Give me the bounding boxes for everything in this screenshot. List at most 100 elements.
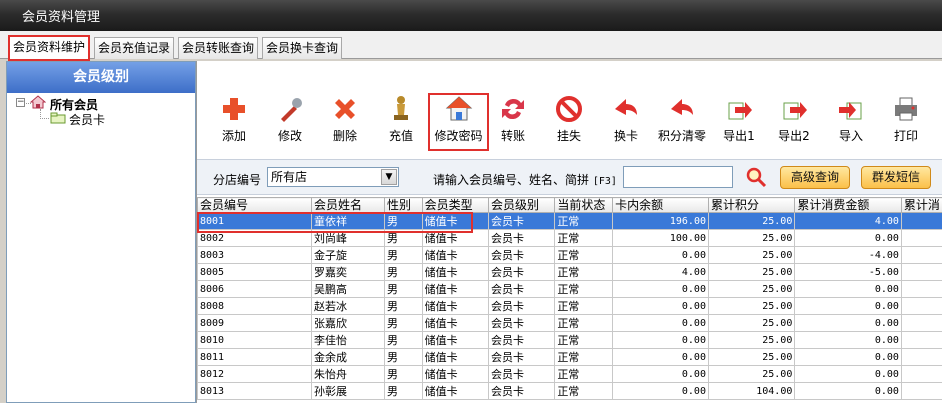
table-cell: 104.00: [707, 382, 796, 400]
table-cell: 25.00: [707, 331, 796, 349]
report-loss-button[interactable]: 挂失: [552, 95, 586, 149]
table-row[interactable]: 8003 金子旋男储值卡 会员卡 正常 0.00 25.00 -4.00: [196, 246, 942, 264]
table-row[interactable]: 8009 张嘉欣男储值卡 会员卡 正常 0.00 25.00 0.00: [196, 314, 942, 332]
col-header-status[interactable]: 当前状态: [554, 197, 614, 213]
table-row[interactable]: 8010 李佳怡男储值卡 会员卡 正常 0.00 25.00 0.00: [196, 331, 942, 349]
export1-button[interactable]: 导出1: [722, 95, 756, 149]
table-cell: 男: [384, 246, 423, 264]
search-icon[interactable]: [745, 166, 767, 188]
table-cell: 赵若冰: [311, 297, 386, 315]
table-row[interactable]: 8006 吴鹏高男储值卡 会员卡 正常 0.00 25.00 0.00: [196, 280, 942, 298]
table-cell: 储值卡: [421, 331, 489, 349]
table-cell: [900, 280, 942, 298]
tab-member-maintenance[interactable]: 会员资料维护: [7, 35, 91, 61]
table-cell: 储值卡: [421, 246, 489, 264]
tree-collapse-icon[interactable]: −: [16, 98, 25, 107]
store-select[interactable]: 所有店 ▼: [267, 167, 399, 187]
table-cell: 100.00: [612, 229, 709, 247]
col-header-total-spend[interactable]: 累计消费金额: [794, 197, 902, 213]
table-cell: 罗嘉奕: [311, 263, 386, 281]
table-row[interactable]: 8013 孙彰展男储值卡 会员卡 正常 0.00 104.00 0.00: [196, 382, 942, 400]
print-button[interactable]: 打印: [889, 95, 923, 149]
import-button[interactable]: 导入: [834, 95, 868, 149]
table-cell: 童依祥: [311, 212, 386, 230]
table-row[interactable]: 8012 朱怡舟男储值卡 会员卡 正常 0.00 25.00 0.00: [196, 365, 942, 383]
table-cell: 正常: [554, 382, 614, 400]
clear-points-button[interactable]: 积分清零: [657, 95, 707, 149]
group-sms-button[interactable]: 群发短信: [861, 166, 932, 189]
change-card-button[interactable]: 换卡: [609, 95, 643, 149]
table-cell: 25.00: [707, 280, 796, 298]
advanced-query-button[interactable]: 高级查询: [780, 166, 851, 189]
table-cell: 正常: [554, 297, 614, 315]
table-cell: 会员卡: [487, 365, 556, 383]
col-header-member-name[interactable]: 会员姓名: [311, 197, 386, 213]
table-cell: [900, 331, 942, 349]
transfer-button[interactable]: 转账: [496, 95, 530, 149]
chevron-down-icon[interactable]: ▼: [381, 169, 397, 185]
table-row[interactable]: 8002 刘尚峰男储值卡 会员卡 正常 100.00 25.00 0.00: [196, 229, 942, 247]
col-header-balance[interactable]: 卡内余额: [612, 197, 709, 213]
recharge-button[interactable]: 充值: [384, 95, 418, 149]
window-titlebar: 会员资料管理: [0, 0, 942, 31]
table-cell: 正常: [554, 280, 614, 298]
col-header-member-id[interactable]: 会员编号: [196, 197, 313, 213]
add-button[interactable]: 添加: [217, 95, 251, 149]
edit-icon: [281, 98, 302, 122]
toolbar: 添加 修改 删除 充值 修改密码 转账 挂失 换卡 积分清零 导出1 导出2 导…: [197, 91, 942, 151]
table-cell: 0.00: [794, 314, 902, 332]
password-icon: [445, 96, 472, 121]
table-cell: 男: [384, 365, 423, 383]
table-cell: 正常: [554, 331, 614, 349]
main-panel: 添加 修改 删除 充值 修改密码 转账 挂失 换卡 积分清零 导出1 导出2 导…: [196, 61, 942, 403]
table-cell: 会员卡: [487, 246, 556, 264]
table-row[interactable]: 8001 童依祥男储值卡 会员卡 正常 196.00 25.00 4.00: [196, 212, 942, 230]
table-cell: 储值卡: [421, 263, 489, 281]
grid-header-row: 会员编号 会员姓名 性别 会员类型 会员级别 当前状态 卡内余额 累计积分 累计…: [196, 197, 942, 213]
table-cell: [900, 297, 942, 315]
table-cell: 196.00: [612, 212, 709, 230]
tab-recharge-records[interactable]: 会员充值记录: [94, 37, 175, 59]
change-card-icon: [615, 99, 637, 115]
tab-transfer-query[interactable]: 会员转账查询: [178, 37, 259, 59]
table-row[interactable]: 8005 罗嘉奕男储值卡 会员卡 正常 4.00 25.00 -5.00: [196, 263, 942, 281]
col-header-member-type[interactable]: 会员类型: [421, 197, 489, 213]
table-cell: 0.00: [794, 348, 902, 366]
table-cell: 男: [384, 297, 423, 315]
report-loss-icon: [556, 96, 582, 122]
search-input[interactable]: [623, 166, 733, 188]
table-cell: 8008: [196, 297, 313, 315]
filter-bar: 分店编号 所有店 ▼ 请输入会员编号、姓名、简拼 [F3] 高级查询 群发短信: [197, 159, 942, 195]
edit-button[interactable]: 修改: [273, 95, 307, 149]
transfer-icon: [502, 98, 524, 120]
table-row[interactable]: 8011 金余成男储值卡 会员卡 正常 0.00 25.00 0.00: [196, 348, 942, 366]
table-cell: 男: [384, 229, 423, 247]
table-cell: 正常: [554, 246, 614, 264]
import-icon: [839, 102, 862, 120]
tab-card-change-query[interactable]: 会员换卡查询: [262, 37, 343, 59]
export2-button[interactable]: 导出2: [777, 95, 811, 149]
col-header-gender[interactable]: 性别: [384, 197, 423, 213]
table-cell: 0.00: [612, 365, 709, 383]
recharge-icon: [394, 96, 408, 120]
table-cell: [900, 365, 942, 383]
col-header-more[interactable]: 累计消: [900, 197, 942, 213]
table-cell: 0.00: [612, 382, 709, 400]
table-cell: [900, 212, 942, 230]
table-cell: 0.00: [612, 348, 709, 366]
delete-button[interactable]: 删除: [328, 95, 362, 149]
table-cell: 正常: [554, 348, 614, 366]
print-icon: [895, 97, 917, 121]
table-row[interactable]: 8008 赵若冰男储值卡 会员卡 正常 0.00 25.00 0.00: [196, 297, 942, 315]
table-cell: 0.00: [794, 365, 902, 383]
table-cell: -5.00: [794, 263, 902, 281]
table-cell: 男: [384, 212, 423, 230]
col-header-member-level[interactable]: 会员级别: [487, 197, 556, 213]
table-cell: 8010: [196, 331, 313, 349]
change-password-button[interactable]: 修改密码: [428, 93, 489, 151]
member-group-icon: [30, 95, 46, 109]
table-cell: 0.00: [612, 331, 709, 349]
table-cell: 储值卡: [421, 365, 489, 383]
col-header-points[interactable]: 累计积分: [707, 197, 796, 213]
tree-item-member-card[interactable]: 会员卡: [69, 111, 105, 128]
